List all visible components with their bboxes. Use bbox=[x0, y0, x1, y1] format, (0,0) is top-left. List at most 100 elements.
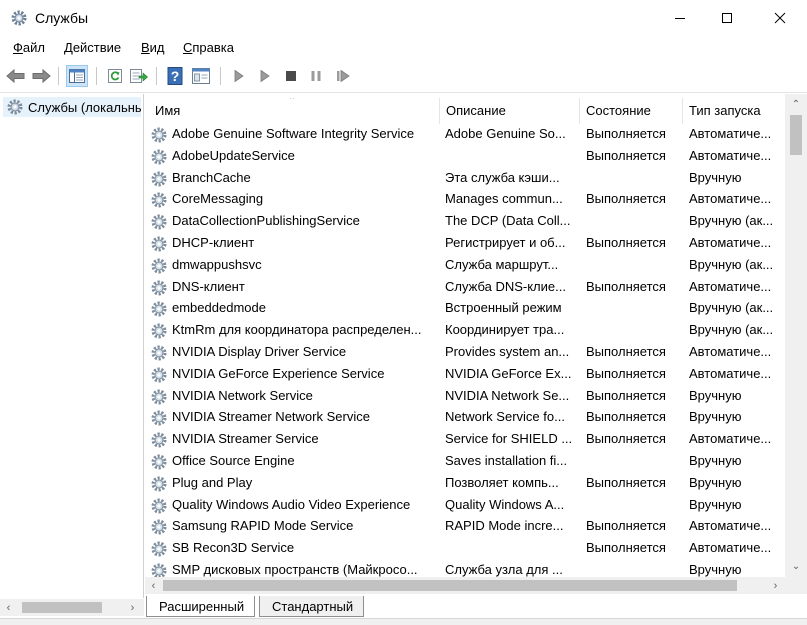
service-name: NVIDIA Streamer Network Service bbox=[172, 409, 370, 425]
table-row[interactable]: NVIDIA Streamer Service Service for SHIEL… bbox=[145, 429, 785, 451]
column-header-name[interactable]: Имя ⌃ bbox=[145, 98, 440, 124]
maximize-icon bbox=[722, 13, 732, 23]
horizontal-scrollbar[interactable]: ‹ › bbox=[145, 577, 785, 594]
service-description: Регистрирует и об... bbox=[445, 234, 566, 250]
menu-file[interactable]: Файл bbox=[13, 40, 45, 55]
table-row[interactable]: BranchCache Эта служба кэши... Вручную bbox=[145, 168, 785, 190]
table-row[interactable]: DHCP-клиент Регистрирует и об... Выполняет… bbox=[145, 233, 785, 255]
column-header-startup[interactable]: Тип запуска bbox=[683, 98, 785, 124]
menu-help[interactable]: Справка bbox=[183, 40, 234, 55]
toolbar-separator bbox=[220, 67, 221, 85]
services-gear-icon bbox=[7, 99, 23, 115]
scroll-thumb[interactable] bbox=[22, 602, 102, 613]
stop-service-button[interactable] bbox=[280, 65, 302, 87]
start-service-alt-button[interactable] bbox=[254, 65, 276, 87]
table-row[interactable]: NVIDIA GeForce Experience Service NVIDIA … bbox=[145, 364, 785, 386]
vertical-scrollbar[interactable]: ⌃ ⌄ bbox=[785, 94, 807, 577]
service-description: Network Service fo... bbox=[445, 409, 565, 425]
column-header-status[interactable]: Состояние bbox=[580, 98, 683, 124]
tab-standard[interactable]: Стандартный bbox=[259, 596, 365, 617]
service-gear-icon bbox=[151, 323, 167, 339]
table-row[interactable]: Plug and Play Позволяет компь... Выполняет… bbox=[145, 473, 785, 495]
scroll-thumb[interactable] bbox=[163, 580, 737, 591]
table-row[interactable]: SMP дисковых пространств (Майкросо... Слу… bbox=[145, 560, 785, 577]
console-tree-horizontal-scrollbar[interactable]: ‹ › bbox=[0, 599, 144, 616]
table-row[interactable]: Samsung RAPID Mode Service RAPID Mode inc… bbox=[145, 516, 785, 538]
table-row[interactable]: dmwappushsvc Служба маршрут... Вручную (ак… bbox=[145, 255, 785, 277]
scroll-up-icon[interactable]: ⌃ bbox=[785, 96, 807, 113]
properties-button[interactable] bbox=[190, 65, 212, 87]
table-row[interactable]: Adobe Genuine Software Integrity Service… bbox=[145, 124, 785, 146]
menu-view[interactable]: Вид bbox=[141, 40, 165, 55]
service-status: Выполняется bbox=[586, 278, 666, 294]
column-startup-label: Тип запуска bbox=[689, 103, 761, 118]
service-description: Manages commun... bbox=[445, 191, 563, 207]
column-header-description[interactable]: Описание bbox=[440, 98, 580, 124]
service-gear-icon bbox=[151, 345, 167, 361]
service-name: Plug and Play bbox=[172, 474, 253, 490]
table-row[interactable]: NVIDIA Display Driver Service Provides sy… bbox=[145, 342, 785, 364]
menu-action-accel: Д bbox=[64, 40, 73, 55]
maximize-button[interactable] bbox=[704, 0, 750, 36]
pause-service-button[interactable] bbox=[305, 65, 327, 87]
refresh-icon bbox=[108, 69, 122, 83]
column-name-label: Имя bbox=[155, 103, 181, 118]
service-startup-type: Вручную (ак... bbox=[689, 300, 774, 316]
table-row[interactable]: SB Recon3D Service Выполняется Автоматиче.… bbox=[145, 538, 785, 560]
service-name: Office Source Engine bbox=[172, 452, 295, 468]
service-name: CoreMessaging bbox=[172, 191, 264, 207]
service-name: BranchCache bbox=[172, 169, 251, 185]
help-icon: ? bbox=[167, 67, 183, 85]
table-row[interactable]: CoreMessaging Manages commun... Выполняетс… bbox=[145, 189, 785, 211]
service-gear-icon bbox=[151, 541, 167, 557]
service-startup-type: Автоматиче... bbox=[689, 431, 772, 447]
service-startup-type: Вручную (ак... bbox=[689, 213, 774, 229]
tree-item-local-services[interactable]: Службы (локальные) bbox=[3, 97, 141, 117]
scroll-down-icon[interactable]: ⌄ bbox=[785, 558, 807, 575]
service-startup-type: Автоматиче... bbox=[689, 147, 772, 163]
service-name: AdobeUpdateService bbox=[172, 147, 295, 163]
table-row[interactable]: embeddedmode Встроенный режим Вручную (ак.… bbox=[145, 298, 785, 320]
back-button[interactable] bbox=[5, 65, 27, 87]
service-name: NVIDIA Display Driver Service bbox=[172, 343, 347, 359]
service-gear-icon bbox=[151, 236, 167, 252]
table-row[interactable]: NVIDIA Streamer Network Service Network S… bbox=[145, 407, 785, 429]
service-status: Выполняется bbox=[586, 540, 666, 556]
start-service-button[interactable] bbox=[228, 65, 250, 87]
start-service-icon bbox=[234, 69, 244, 83]
scroll-right-icon[interactable]: › bbox=[124, 599, 141, 616]
service-description: Встроенный режим bbox=[445, 300, 562, 316]
scroll-right-icon[interactable]: › bbox=[767, 577, 784, 594]
service-status: Выполняется bbox=[586, 365, 666, 381]
show-hide-console-tree-button[interactable] bbox=[66, 65, 88, 87]
close-button[interactable] bbox=[757, 0, 803, 36]
service-name: Adobe Genuine Software Integrity Service bbox=[172, 126, 415, 141]
scroll-left-icon[interactable]: ‹ bbox=[145, 577, 162, 594]
service-description: Служба DNS-клие... bbox=[445, 278, 566, 294]
table-row[interactable]: DNS-клиент Служба DNS-клие... Выполняется А… bbox=[145, 277, 785, 299]
refresh-button[interactable] bbox=[104, 65, 126, 87]
minimize-button[interactable] bbox=[657, 0, 703, 36]
service-name: Quality Windows Audio Video Experience bbox=[172, 496, 411, 512]
service-gear-icon bbox=[151, 214, 167, 230]
toolbar-separator bbox=[58, 67, 59, 85]
table-row[interactable]: DataCollectionPublishingService The DCP (… bbox=[145, 211, 785, 233]
scroll-left-icon[interactable]: ‹ bbox=[0, 599, 17, 616]
table-row[interactable]: Office Source Engine Saves installation f… bbox=[145, 451, 785, 473]
table-row[interactable]: NVIDIA Network Service NVIDIA Network Se.… bbox=[145, 386, 785, 408]
table-row[interactable]: Quality Windows Audio Video Experience Qu… bbox=[145, 495, 785, 517]
forward-button[interactable] bbox=[30, 65, 52, 87]
menu-action[interactable]: Действие bbox=[64, 40, 121, 55]
scroll-thumb[interactable] bbox=[790, 115, 802, 155]
table-row[interactable]: AdobeUpdateService Выполняется Автоматиче.… bbox=[145, 146, 785, 168]
resume-service-button[interactable] bbox=[332, 65, 354, 87]
export-list-button[interactable] bbox=[128, 65, 150, 87]
tab-extended[interactable]: Расширенный bbox=[146, 596, 256, 617]
table-row[interactable]: KtmRm для координатора распределен... Коо… bbox=[145, 320, 785, 342]
toolbar-separator bbox=[96, 67, 97, 85]
service-name: SB Recon3D Service bbox=[172, 540, 295, 556]
help-button[interactable]: ? bbox=[164, 65, 186, 87]
service-status: Выполняется bbox=[586, 234, 666, 250]
service-status: Выполняется bbox=[586, 518, 666, 534]
service-startup-type: Автоматиче... bbox=[689, 126, 772, 141]
